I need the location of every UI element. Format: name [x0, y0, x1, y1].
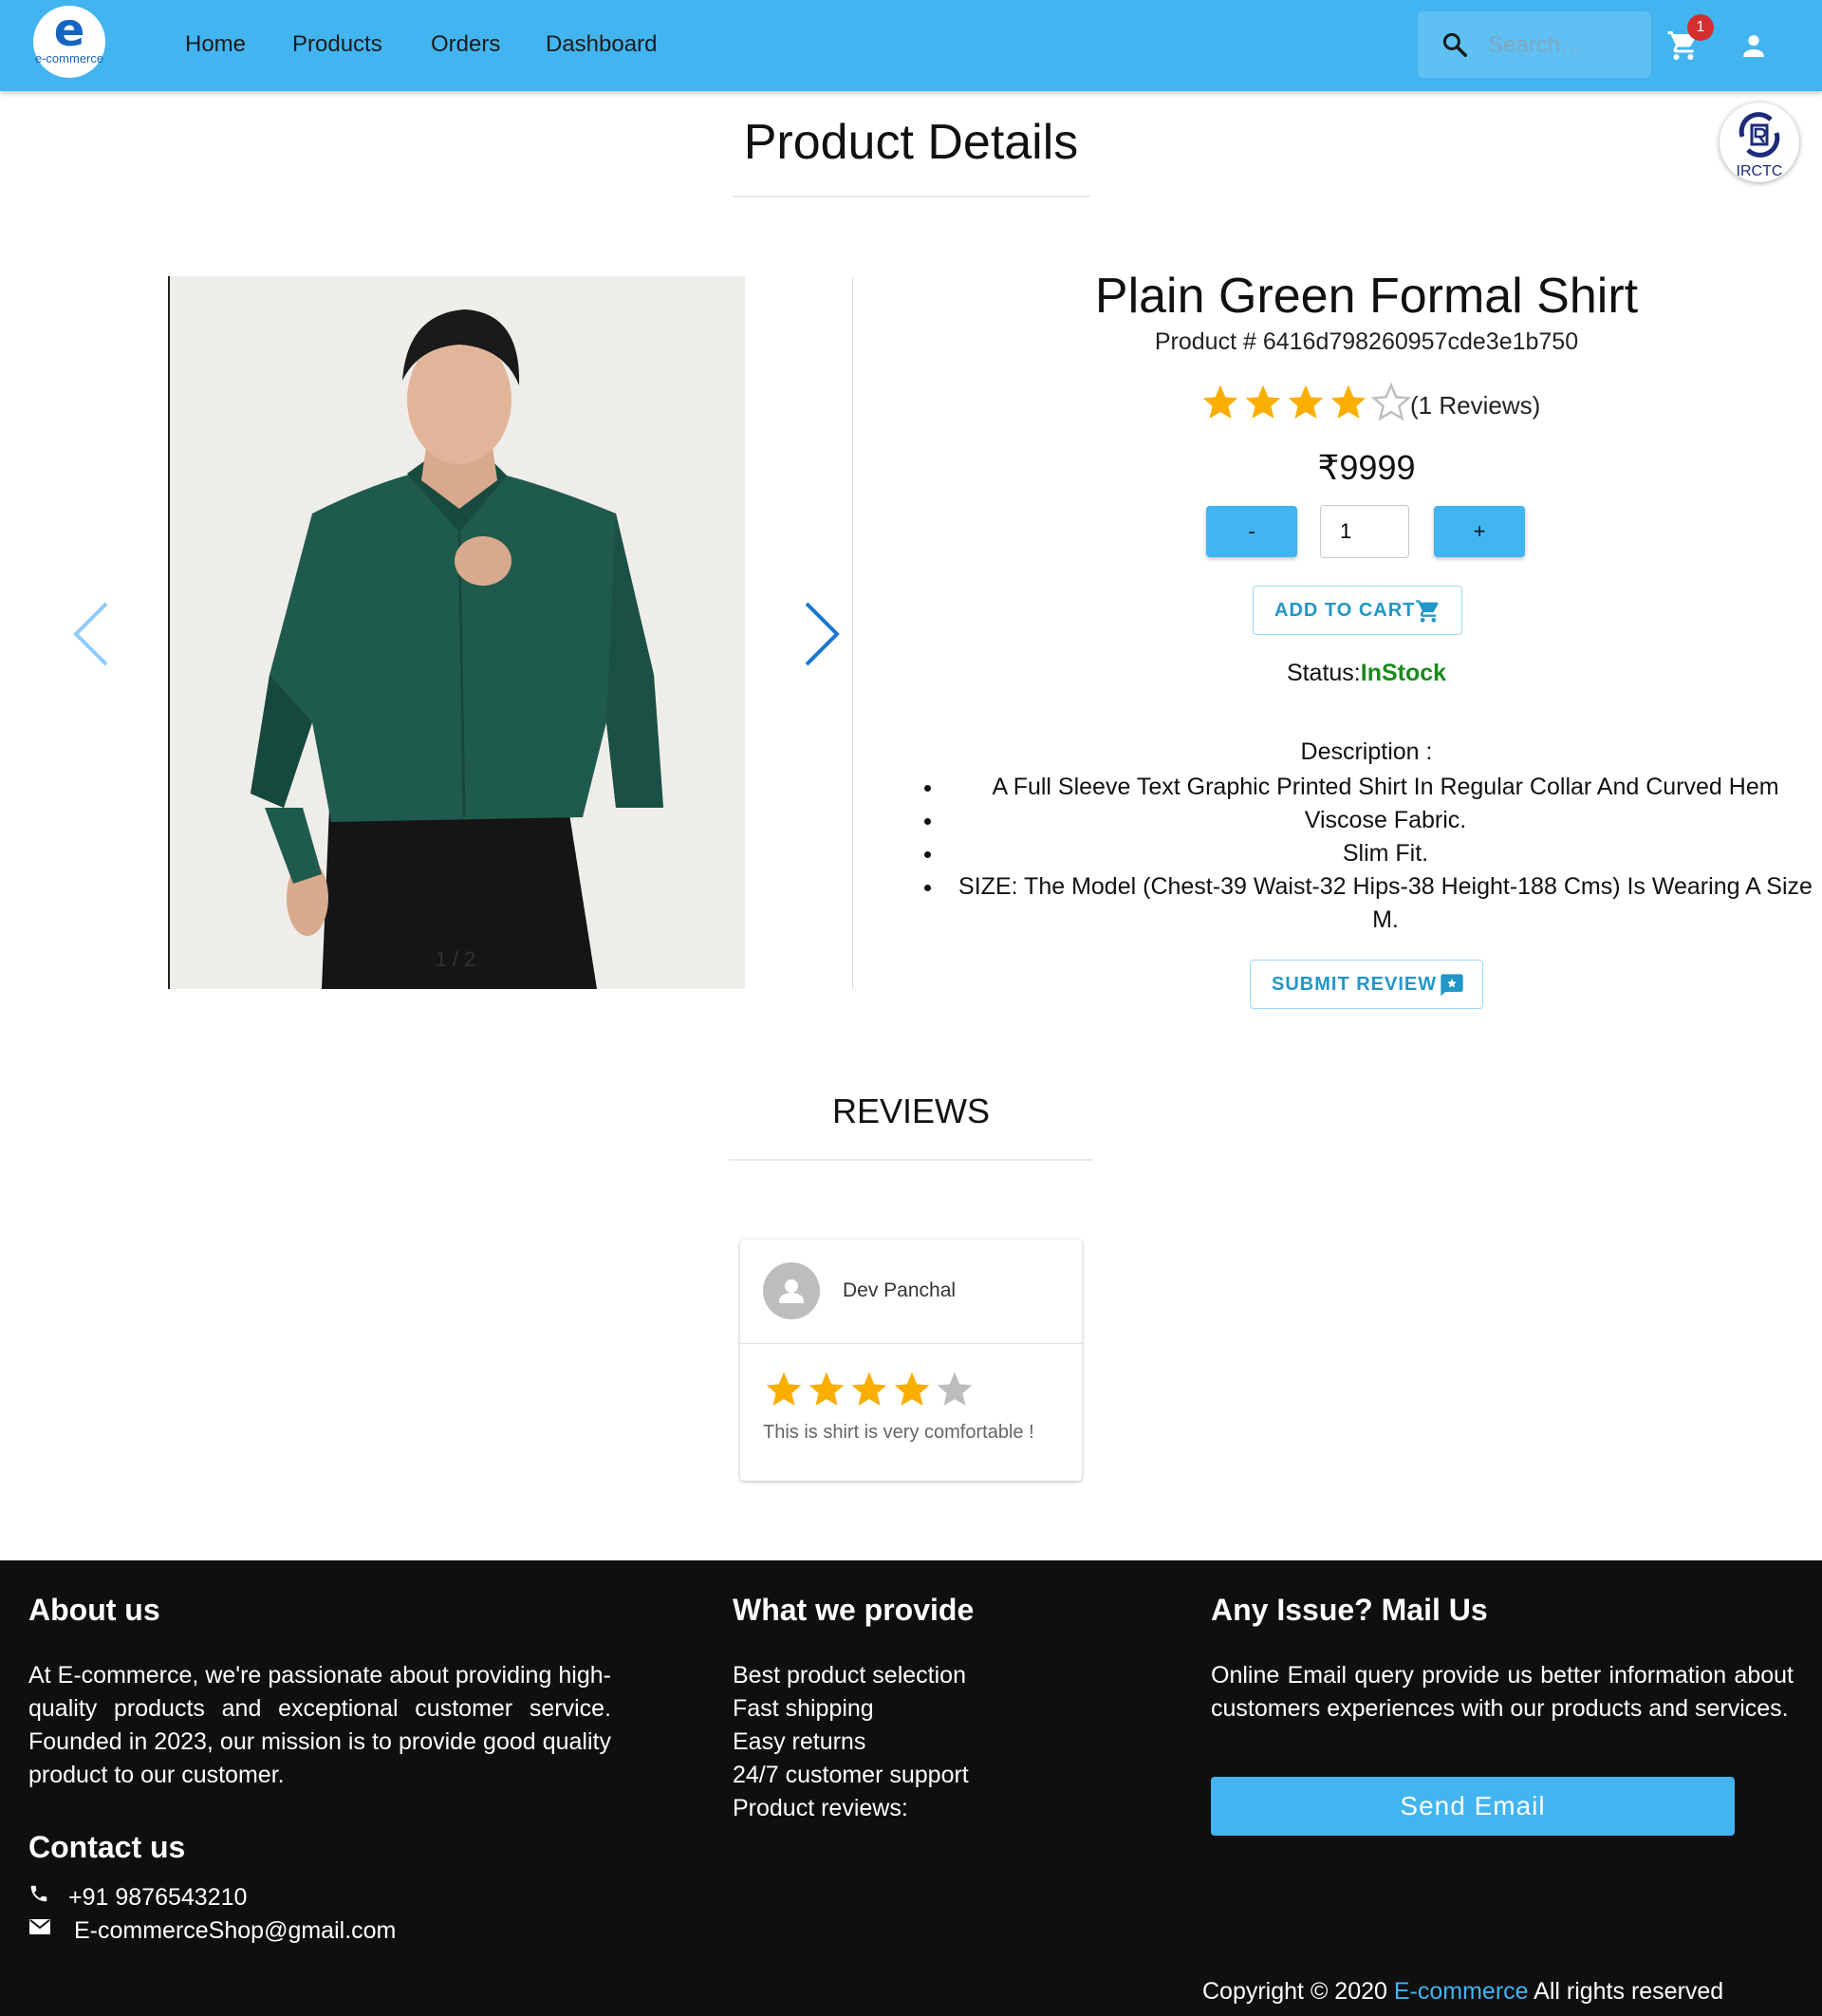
contact-phone[interactable]: +91 9876543210 — [68, 1881, 247, 1914]
reviews-divider — [729, 1159, 1093, 1161]
send-email-button[interactable]: Send Email — [1211, 1777, 1735, 1836]
phone-icon — [30, 1885, 47, 1902]
product-rating — [1199, 382, 1413, 423]
provide-item: Best product selection — [733, 1662, 966, 1689]
brand-logo[interactable]: e e-commerce — [33, 6, 105, 78]
mail-title: Any Issue? Mail Us — [1211, 1593, 1488, 1627]
cart-count-badge: 1 — [1687, 14, 1714, 41]
nav-link-dashboard[interactable]: Dashboard — [546, 31, 657, 58]
product-id: Product # 6416d798260957cde3e1b750 — [1154, 328, 1579, 355]
search-input[interactable] — [1486, 28, 1642, 63]
logo-letter: e — [53, 4, 85, 57]
person-icon — [779, 1279, 804, 1303]
star-filled-icon — [809, 1372, 845, 1406]
copyright: Copyright © 2020 E-commerce All rights r… — [1202, 1978, 1723, 2006]
product-photo — [170, 276, 745, 989]
description-point: A Full Sleeve Text Graphic Printed Shirt… — [944, 771, 1822, 804]
mail-text: Online Email query provide us better inf… — [1211, 1662, 1794, 1722]
star-filled-icon — [1288, 384, 1324, 419]
reviews-count: (1 Reviews) — [1410, 391, 1541, 420]
rate-review-icon — [1441, 974, 1463, 997]
carousel-counter: 1 / 2 — [435, 947, 476, 971]
nav-link-products[interactable]: Products — [292, 31, 382, 58]
about-text: At E-commerce, we're passionate about pr… — [28, 1662, 611, 1788]
product-name: Plain Green Formal Shirt — [1094, 269, 1639, 324]
provide-title: What we provide — [733, 1593, 975, 1627]
description-point: SIZE: The Model (Chest-39 Waist-32 Hips-… — [944, 870, 1822, 937]
search-box[interactable] — [1418, 11, 1651, 78]
about-title: About us — [28, 1593, 160, 1627]
quantity-decrease-button[interactable]: - — [1206, 506, 1297, 557]
copyright-prefix: Copyright © 2020 — [1202, 1978, 1387, 2005]
status-value: InStock — [1360, 660, 1447, 686]
status-label: Status: — [1286, 660, 1361, 686]
quantity-increase-button[interactable]: + — [1434, 506, 1525, 557]
product-image — [168, 276, 745, 989]
add-to-cart-button[interactable]: ADD TO CART — [1253, 586, 1462, 635]
provide-item: 24/7 customer support — [733, 1762, 969, 1788]
star-filled-icon — [1202, 384, 1238, 419]
reviewer-name: Dev Panchal — [843, 1279, 957, 1301]
submit-review-button[interactable]: SUBMIT REVIEW — [1250, 960, 1483, 1009]
title-divider — [733, 196, 1089, 197]
cart-icon — [1416, 600, 1439, 623]
reviews-title: REVIEWS — [831, 1092, 991, 1130]
carousel-next-arrow-icon[interactable] — [793, 596, 850, 672]
provide-item: Fast shipping — [733, 1695, 874, 1722]
card-divider — [740, 1343, 1082, 1344]
provide-item: Product reviews: — [733, 1795, 908, 1821]
contact-title: Contact us — [28, 1830, 186, 1864]
review-rating — [763, 1369, 976, 1410]
avatar — [763, 1262, 820, 1319]
provide-item: Easy returns — [733, 1728, 866, 1755]
copyright-suffix: All rights reserved — [1534, 1978, 1724, 2005]
contact-email[interactable]: E-commerceShop@gmail.com — [74, 1914, 396, 1948]
star-filled-icon — [1330, 384, 1366, 419]
review-card: Dev Panchal This is shirt is very comfor… — [740, 1240, 1082, 1481]
star-empty-icon — [1370, 382, 1412, 421]
provide-list: Best product selection Fast shipping Eas… — [733, 1659, 969, 1825]
stock-status: Status:InStock — [949, 660, 1784, 687]
submit-review-label: SUBMIT REVIEW — [1272, 974, 1438, 995]
add-to-cart-label: ADD TO CART — [1274, 600, 1416, 621]
carousel-edge — [852, 277, 853, 989]
description-list: A Full Sleeve Text Graphic Printed Shirt… — [906, 771, 1822, 937]
star-filled-icon — [894, 1372, 930, 1406]
description-title: Description : — [1300, 738, 1433, 765]
copyright-brand-link[interactable]: E-commerce — [1394, 1978, 1529, 2005]
review-comment: This is shirt is very comfortable ! — [763, 1422, 1034, 1443]
star-filled-icon — [766, 1372, 802, 1406]
description-point: Viscose Fabric. — [944, 804, 1822, 837]
star-filled-icon — [851, 1372, 887, 1406]
product-price: ₹9999 — [1317, 448, 1416, 487]
star-filled-icon — [1245, 384, 1281, 419]
navbar: e e-commerce Home Products Orders Dashbo… — [0, 0, 1822, 91]
quantity-input[interactable] — [1320, 505, 1409, 558]
user-icon[interactable] — [1738, 30, 1769, 61]
nav-link-home[interactable]: Home — [185, 31, 246, 58]
carousel-prev-arrow-icon[interactable] — [63, 596, 120, 672]
page-title: Product Details — [743, 115, 1079, 170]
nav-link-orders[interactable]: Orders — [431, 31, 500, 58]
search-icon — [1442, 32, 1467, 57]
logo-text: e-commerce — [34, 51, 104, 65]
star-empty-icon — [937, 1372, 973, 1406]
email-icon — [29, 1919, 50, 1934]
description-point: Slim Fit. — [944, 837, 1822, 870]
